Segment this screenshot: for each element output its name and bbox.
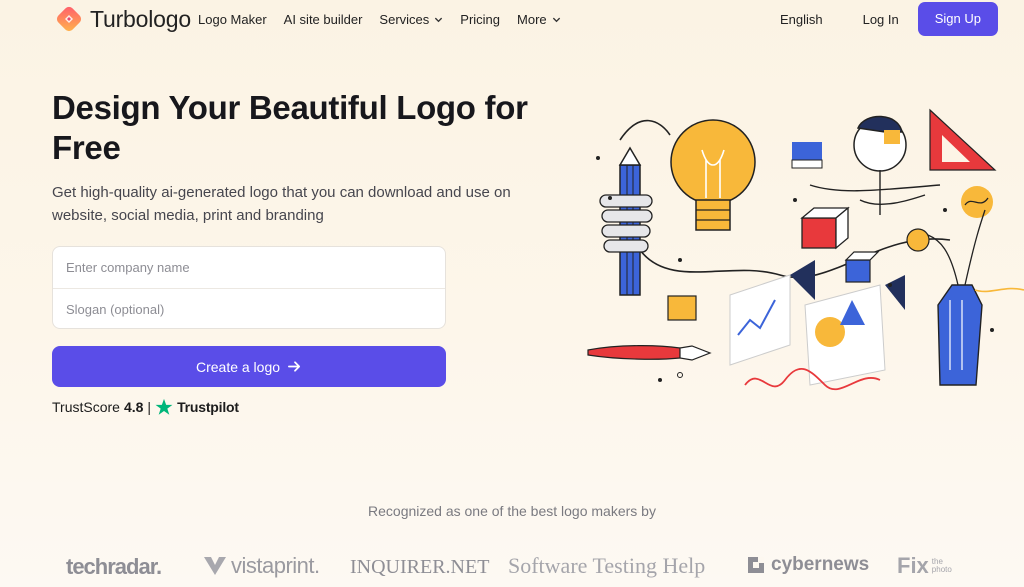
brand-vistaprint-label: vistaprint. bbox=[231, 553, 320, 578]
language-selector[interactable]: English bbox=[780, 12, 823, 27]
chevron-down-icon bbox=[435, 17, 443, 23]
logo-form: Enter company name Slogan (optional) bbox=[52, 246, 446, 329]
signup-button[interactable]: Sign Up bbox=[917, 2, 998, 36]
brand-fix-label: Fix bbox=[897, 553, 929, 578]
menu-label: Pricing bbox=[460, 12, 501, 27]
trustpilot-wordmark: Trustpilot bbox=[177, 399, 239, 415]
main-menu: Logo Maker AI site builder Services Pric… bbox=[198, 12, 578, 27]
brand-fix-sublabel: the photo bbox=[931, 557, 952, 574]
menu-label: AI site builder bbox=[283, 12, 363, 27]
brand-cybernews: cybernews bbox=[747, 554, 869, 576]
person-icon bbox=[853, 115, 926, 215]
triangle-ruler-icon bbox=[929, 108, 997, 171]
cybernews-mark-icon bbox=[748, 557, 764, 573]
menu-logo-maker[interactable]: Logo Maker bbox=[198, 12, 267, 27]
brand-vistaprint: vistaprint. bbox=[202, 553, 320, 579]
turbologo-mark-icon bbox=[56, 6, 82, 32]
menu-services[interactable]: Services bbox=[379, 12, 443, 27]
menu-more[interactable]: More bbox=[517, 12, 561, 27]
cube-icon bbox=[800, 206, 850, 250]
lightbulb-icon bbox=[670, 119, 756, 231]
trustscore-value: 4.8 bbox=[123, 399, 144, 415]
brand-software-testing-help: Software Testing Help bbox=[508, 553, 706, 578]
brand-techradar: techradar. bbox=[66, 554, 162, 579]
brand-inquirer: INQUIRER.NET bbox=[350, 556, 490, 578]
brand-cybernews-label: cybernews bbox=[771, 554, 870, 575]
create-logo-label: Create a logo bbox=[195, 358, 281, 375]
pencil-icon bbox=[599, 146, 653, 296]
hero-title: Design Your Beautiful Logo for Free bbox=[52, 89, 528, 166]
brand-strip: techradar. vistaprint. INQUIRER.NET Soft… bbox=[0, 548, 1024, 584]
trustscore-row[interactable]: TrustScore 4.8 | Trustpilot bbox=[52, 398, 239, 416]
recognized-text: Recognized as one of the best logo maker… bbox=[368, 503, 656, 519]
menu-label: Logo Maker bbox=[198, 12, 267, 27]
hero-subtitle: Get high-quality ai-generated logo that … bbox=[52, 184, 511, 224]
trustpilot-star-icon bbox=[155, 398, 173, 415]
pen-icon bbox=[587, 345, 712, 361]
arrow-right-icon bbox=[288, 361, 301, 372]
top-nav: Turbologo Logo Maker AI site builder Ser… bbox=[0, 0, 1024, 40]
vistaprint-mark-icon bbox=[204, 557, 226, 575]
slogan-input[interactable]: Slogan (optional) bbox=[53, 288, 445, 329]
brand-logo[interactable]: Turbologo bbox=[54, 4, 191, 34]
menu-label: Services bbox=[379, 12, 430, 27]
menu-pricing[interactable]: Pricing bbox=[460, 12, 500, 27]
nav-actions: English Log In Sign Up bbox=[780, 2, 998, 36]
menu-ai-site-builder[interactable]: AI site builder bbox=[284, 12, 363, 27]
vase-icon bbox=[927, 209, 1024, 386]
login-link[interactable]: Log In bbox=[863, 12, 899, 27]
trustscore-label: TrustScore bbox=[52, 399, 120, 415]
trustscore-separator: | bbox=[147, 399, 152, 415]
menu-label: More bbox=[517, 12, 547, 27]
company-name-input[interactable]: Enter company name bbox=[53, 247, 445, 288]
hero-illustration bbox=[587, 108, 1024, 391]
brand-name: Turbologo bbox=[90, 5, 191, 32]
chevron-down-icon bbox=[552, 17, 560, 23]
brand-fixthephoto: Fix the photo bbox=[897, 553, 958, 579]
create-logo-button[interactable]: Create a logo bbox=[52, 346, 446, 387]
